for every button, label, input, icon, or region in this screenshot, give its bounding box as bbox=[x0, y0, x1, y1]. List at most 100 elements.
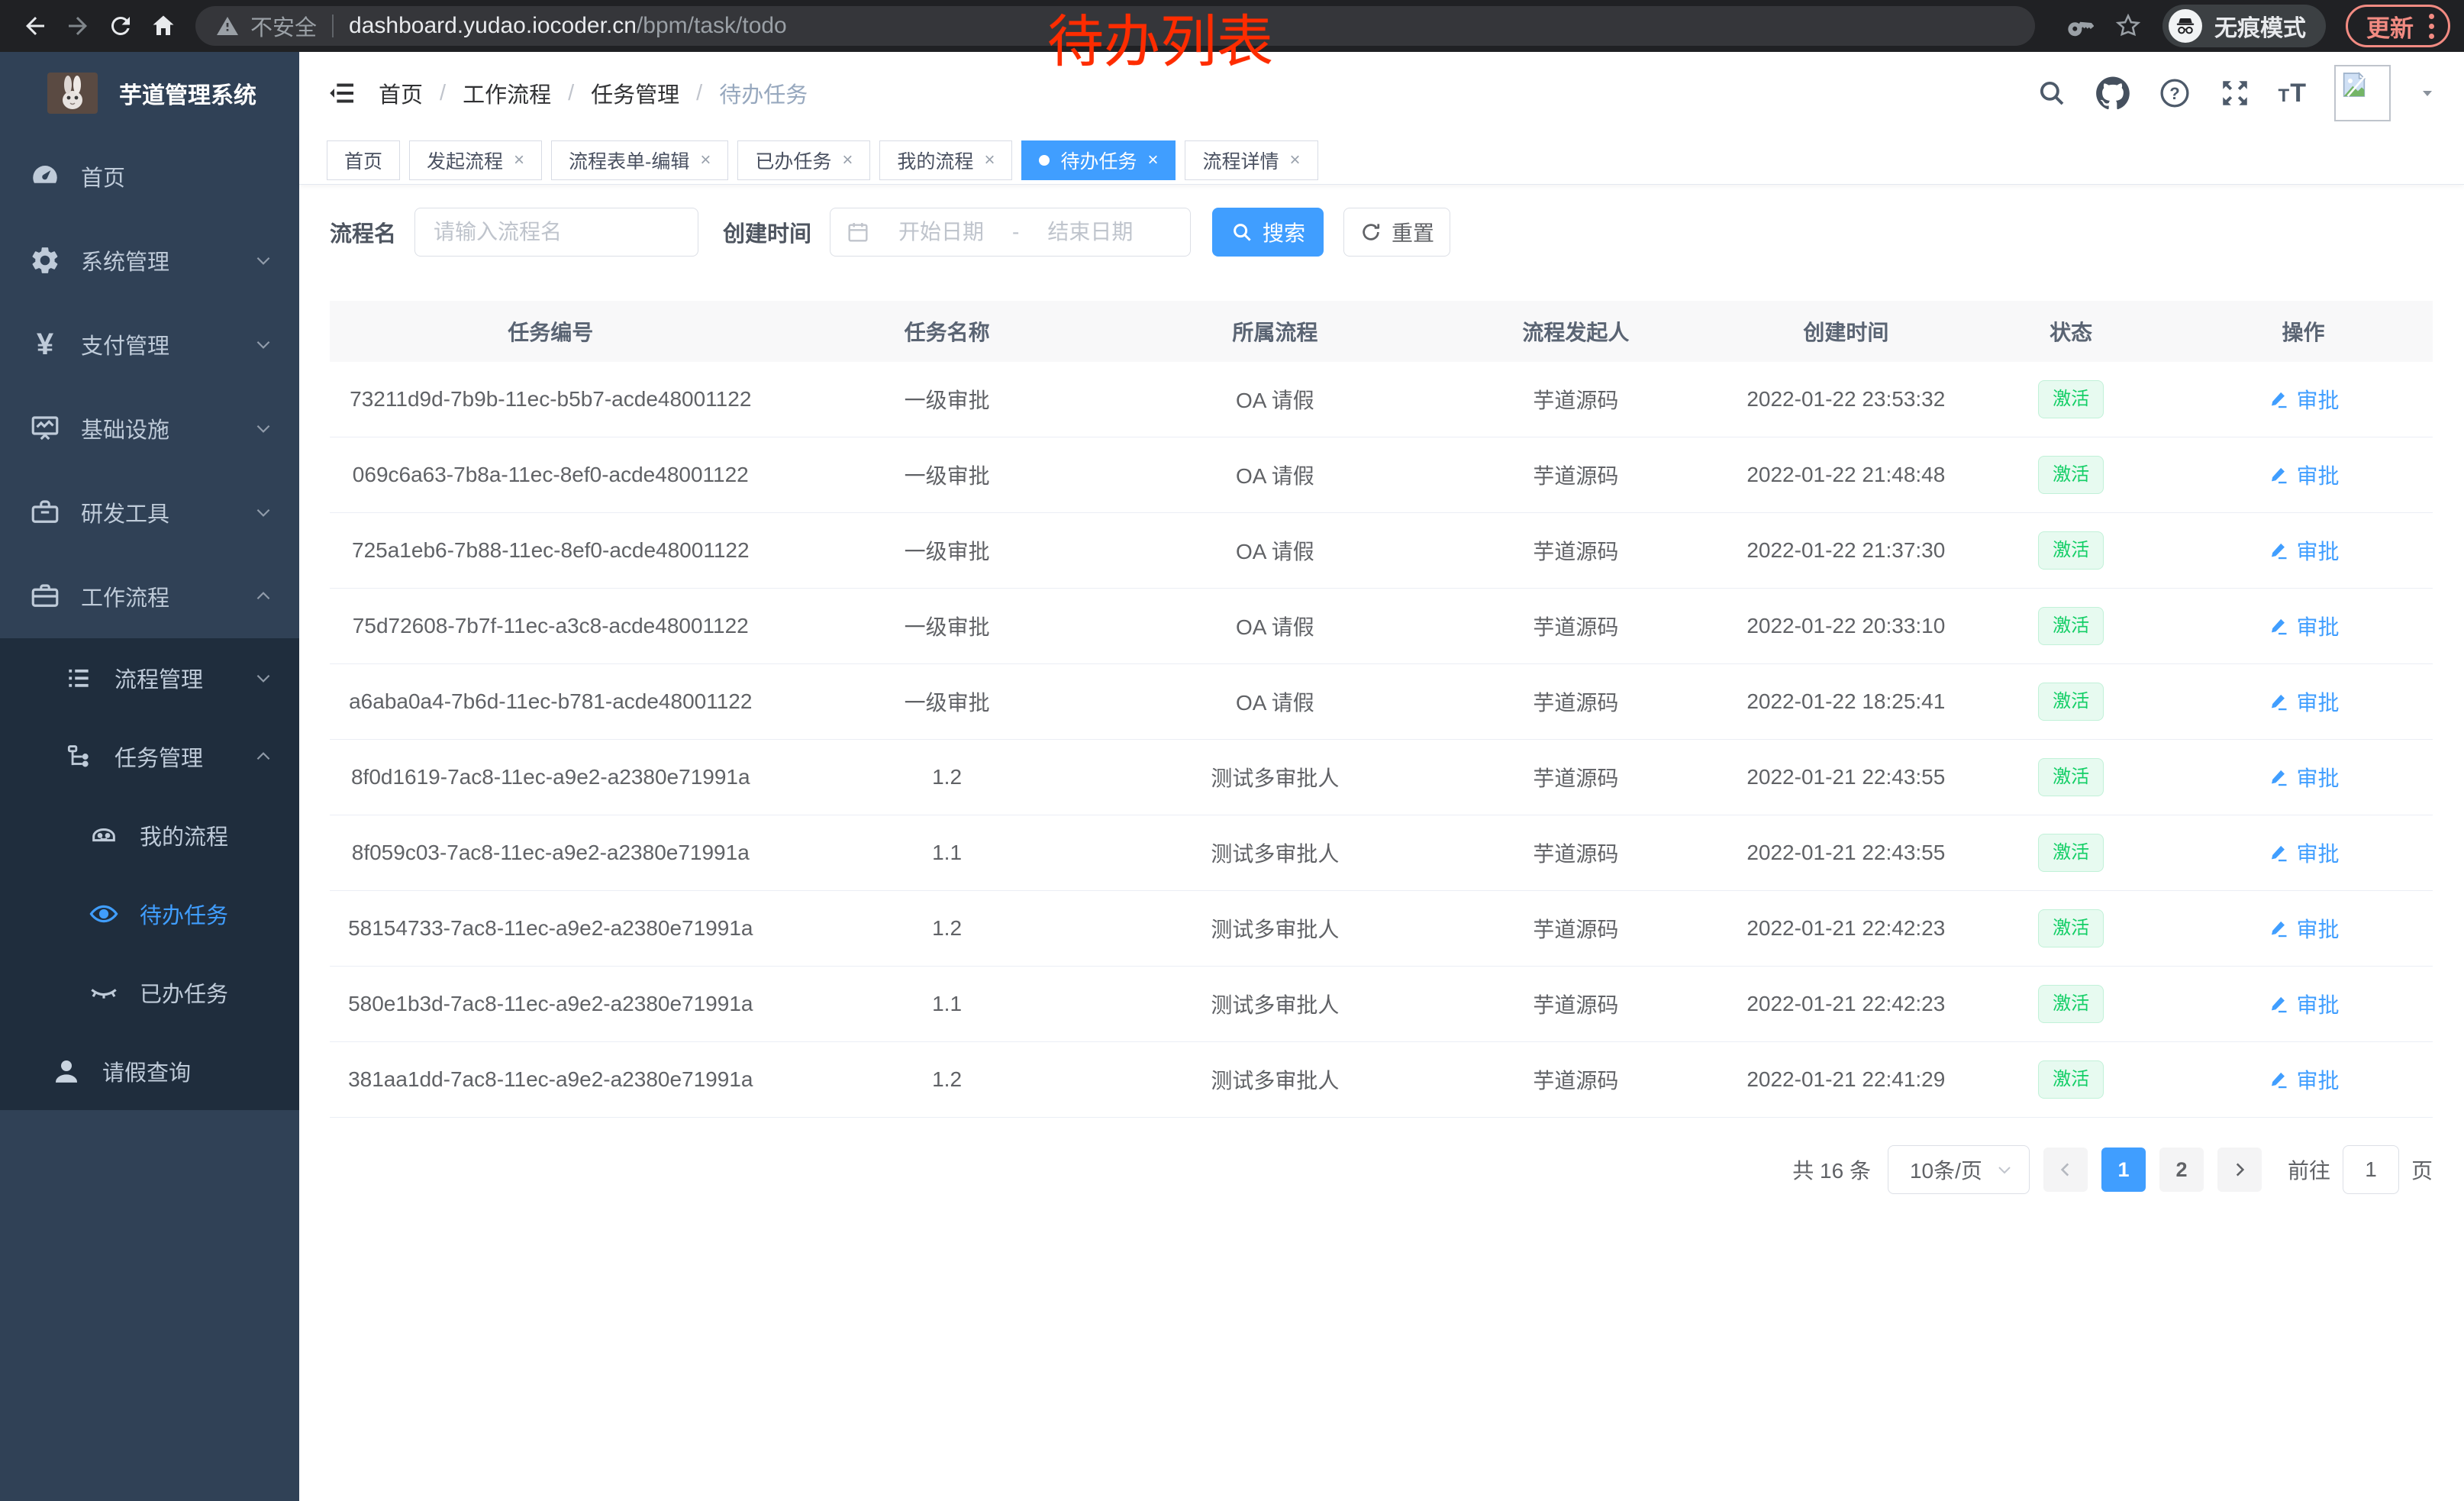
sidebar-item-home[interactable]: 首页 bbox=[0, 134, 299, 218]
close-icon[interactable]: × bbox=[514, 151, 524, 169]
breadcrumb-home[interactable]: 首页 bbox=[379, 77, 423, 109]
table-header-row: 任务编号 任务名称 所属流程 流程发起人 创建时间 状态 操作 bbox=[330, 301, 2433, 362]
breadcrumb-separator: / bbox=[696, 81, 702, 106]
close-icon[interactable]: × bbox=[1290, 151, 1301, 169]
table-row: 580e1b3d-7ac8-11ec-a9e2-a2380e71991a 1.1… bbox=[330, 967, 2433, 1042]
prev-page-button[interactable] bbox=[2043, 1148, 2088, 1192]
task-table: 任务编号 任务名称 所属流程 流程发起人 创建时间 状态 操作 73211d9d… bbox=[330, 301, 2433, 1118]
sidebar-item-payment[interactable]: ¥ 支付管理 bbox=[0, 302, 299, 386]
sidebar-collapse-icon[interactable] bbox=[327, 78, 357, 108]
sidebar-item-workflow[interactable]: 工作流程 bbox=[0, 554, 299, 638]
sidebar-item-task-mgmt[interactable]: 任务管理 bbox=[0, 717, 299, 796]
end-date-input[interactable] bbox=[1025, 220, 1155, 244]
sidebar-item-todo-tasks[interactable]: 待办任务 bbox=[0, 874, 299, 953]
cell-task-id: 73211d9d-7b9b-11ec-b5b7-acde48001122 bbox=[330, 387, 772, 412]
cell-created: 2022-01-22 18:25:41 bbox=[1724, 689, 1969, 714]
cell-process: 测试多审批人 bbox=[1123, 989, 1427, 1019]
fullscreen-icon[interactable] bbox=[2219, 77, 2251, 109]
page-button-2[interactable]: 2 bbox=[2159, 1148, 2204, 1192]
tab-form-edit[interactable]: 流程表单-编辑× bbox=[551, 140, 728, 180]
reset-button[interactable]: 重置 bbox=[1343, 208, 1450, 257]
chevron-up-icon bbox=[253, 586, 273, 606]
update-button[interactable]: 更新 bbox=[2346, 5, 2450, 47]
col-created: 创建时间 bbox=[1724, 316, 1969, 347]
tab-home[interactable]: 首页 bbox=[327, 140, 400, 180]
search-icon[interactable] bbox=[2036, 77, 2068, 109]
approve-link[interactable]: 审批 bbox=[2268, 913, 2340, 944]
cell-starter: 芋道源码 bbox=[1427, 1064, 1724, 1095]
page-button-1[interactable]: 1 bbox=[2101, 1148, 2146, 1192]
approve-link[interactable]: 审批 bbox=[2268, 384, 2340, 415]
goto-page-input[interactable] bbox=[2343, 1145, 2399, 1194]
cell-task-id: 069c6a63-7b8a-11ec-8ef0-acde48001122 bbox=[330, 463, 772, 487]
tab-my-process[interactable]: 我的流程× bbox=[879, 140, 1012, 180]
cell-process: 测试多审批人 bbox=[1123, 762, 1427, 792]
sidebar-item-system[interactable]: 系统管理 bbox=[0, 218, 299, 302]
password-key-icon[interactable] bbox=[2066, 12, 2094, 40]
sidebar-item-process-mgmt[interactable]: 流程管理 bbox=[0, 638, 299, 717]
status-badge: 激活 bbox=[2038, 758, 2104, 796]
approve-link[interactable]: 审批 bbox=[2268, 989, 2340, 1019]
sidebar-logo-row[interactable]: 芋道管理系统 bbox=[0, 52, 299, 134]
search-button[interactable]: 搜索 bbox=[1212, 208, 1324, 257]
cell-process: OA 请假 bbox=[1123, 535, 1427, 566]
home-icon[interactable] bbox=[142, 5, 185, 47]
tab-process-detail[interactable]: 流程详情× bbox=[1185, 140, 1317, 180]
cell-task-id: 725a1eb6-7b88-11ec-8ef0-acde48001122 bbox=[330, 538, 772, 563]
close-icon[interactable]: × bbox=[1147, 151, 1158, 169]
close-icon[interactable]: × bbox=[984, 151, 995, 169]
cell-action: 审批 bbox=[2174, 686, 2433, 718]
cell-action: 审批 bbox=[2174, 1064, 2433, 1096]
cell-task-id: 8f0d1619-7ac8-11ec-a9e2-a2380e71991a bbox=[330, 765, 772, 789]
sidebar-item-done-tasks[interactable]: 已办任务 bbox=[0, 953, 299, 1031]
list-icon bbox=[61, 663, 96, 692]
sidebar-item-my-process[interactable]: 我的流程 bbox=[0, 796, 299, 874]
approve-link[interactable]: 审批 bbox=[2268, 611, 2340, 641]
tab-done-tasks[interactable]: 已办任务× bbox=[737, 140, 870, 180]
browser-menu-icon[interactable] bbox=[2429, 14, 2434, 39]
github-icon[interactable] bbox=[2095, 76, 2130, 111]
table-row: 069c6a63-7b8a-11ec-8ef0-acde48001122 一级审… bbox=[330, 437, 2433, 513]
sidebar-item-label: 任务管理 bbox=[114, 741, 253, 773]
bookmark-star-icon[interactable] bbox=[2114, 11, 2143, 40]
approve-link[interactable]: 审批 bbox=[2268, 838, 2340, 868]
start-date-input[interactable] bbox=[876, 220, 1006, 244]
tab-start-process[interactable]: 发起流程× bbox=[409, 140, 542, 180]
help-icon[interactable]: ? bbox=[2158, 76, 2191, 110]
sidebar-item-infrastructure[interactable]: 基础设施 bbox=[0, 386, 299, 470]
approve-link[interactable]: 审批 bbox=[2268, 1064, 2340, 1095]
process-name-input[interactable] bbox=[414, 208, 698, 257]
approve-link[interactable]: 审批 bbox=[2268, 535, 2340, 566]
font-size-icon[interactable]: TT bbox=[2279, 79, 2307, 108]
tab-todo-tasks[interactable]: 待办任务× bbox=[1021, 140, 1176, 180]
table-row: 8f0d1619-7ac8-11ec-a9e2-a2380e71991a 1.2… bbox=[330, 740, 2433, 815]
forward-icon[interactable] bbox=[56, 5, 99, 47]
avatar-caret-icon[interactable] bbox=[2418, 84, 2437, 102]
breadcrumb-task-mgmt[interactable]: 任务管理 bbox=[591, 77, 679, 109]
back-icon[interactable] bbox=[14, 5, 56, 47]
page-size-select[interactable]: 10条/页 bbox=[1888, 1145, 2030, 1194]
security-label: 不安全 bbox=[250, 10, 317, 42]
breadcrumb-workflow[interactable]: 工作流程 bbox=[463, 77, 551, 109]
cell-starter: 芋道源码 bbox=[1427, 460, 1724, 490]
col-actions: 操作 bbox=[2174, 316, 2433, 347]
chevron-up-icon bbox=[253, 747, 273, 767]
date-range-picker[interactable]: - bbox=[830, 208, 1191, 257]
breadcrumb-separator: / bbox=[568, 81, 574, 106]
sidebar-item-dev-tools[interactable]: 研发工具 bbox=[0, 470, 299, 554]
not-secure-warning-icon[interactable] bbox=[215, 14, 240, 38]
sidebar-item-leave-query[interactable]: 请假查询 bbox=[0, 1031, 299, 1110]
close-icon[interactable]: × bbox=[700, 151, 711, 169]
close-icon[interactable]: × bbox=[842, 151, 853, 169]
cell-starter: 芋道源码 bbox=[1427, 611, 1724, 641]
approve-link[interactable]: 审批 bbox=[2268, 460, 2340, 490]
approve-link[interactable]: 审批 bbox=[2268, 762, 2340, 792]
tree-icon bbox=[61, 742, 96, 771]
approve-link[interactable]: 审批 bbox=[2268, 686, 2340, 717]
avatar[interactable] bbox=[2334, 65, 2391, 121]
reload-icon[interactable] bbox=[99, 5, 142, 47]
next-page-button[interactable] bbox=[2217, 1148, 2262, 1192]
cell-task-name: 一级审批 bbox=[772, 686, 1123, 717]
goto-label: 前往 bbox=[2288, 1154, 2330, 1185]
cell-process: OA 请假 bbox=[1123, 611, 1427, 641]
